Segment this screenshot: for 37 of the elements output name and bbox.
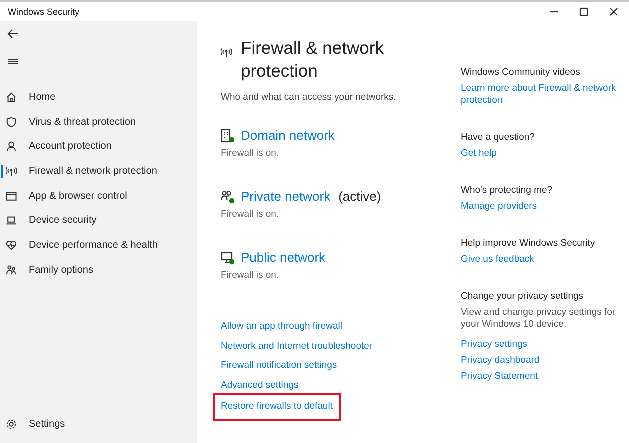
link[interactable]: Get help [461,148,497,160]
page-title: Firewall & network protection [241,37,385,83]
network-link[interactable]: Domain network [241,128,335,143]
section-heading: Change your privacy settings [461,291,584,302]
network-link[interactable]: Private network [241,189,331,204]
network-link[interactable]: Public network [241,250,326,265]
link[interactable]: Manage providers [461,201,538,213]
link[interactable]: Privacy dashboard [461,353,540,369]
link[interactable]: Firewall notification settings [221,356,338,376]
link[interactable]: Privacy settings [461,337,528,353]
page-subtitle: Who and what can access your networks. [221,92,398,103]
section-text: View and change privacy settings for your Windows 10 device. [461,307,617,331]
sidebar-item[interactable]: App & browser control [0,184,197,208]
link[interactable]: Give us feedback [461,254,534,266]
network-status: Firewall is on. [221,209,280,220]
sidebar-item[interactable]: Home [0,85,197,110]
section-heading: Help improve Windows Security [461,238,596,249]
section-heading: Windows Community videos [461,67,580,78]
section-heading: Have a question? [461,132,535,143]
link[interactable]: Allow an app through firewall [221,317,342,336]
sidebar-item[interactable]: Device performance & health [0,233,197,258]
network-status: Firewall is on. [221,270,280,281]
network-status: Firewall is on. [221,148,280,159]
sidebar-item[interactable]: Virus & threat protection [0,110,197,134]
settings-item[interactable]: Settings [0,412,197,437]
active-label: (active) [338,189,382,204]
link[interactable]: Learn more about Firewall & network protection [461,83,626,107]
sidebar-item[interactable]: Device security [0,208,197,234]
section-heading: Who's protecting me? [461,185,553,196]
sidebar-item[interactable]: Firewall & network protection [0,159,197,184]
link[interactable]: Restore firewalls to default [215,395,339,418]
link[interactable]: Advanced settings [221,376,299,395]
sidebar-item[interactable]: Family options [0,258,197,282]
window-title: Windows Security [8,6,80,16]
link[interactable]: Network and Internet troubleshooter [221,336,373,356]
sidebar-item[interactable]: Account protection [0,134,197,160]
link[interactable]: Privacy Statement [461,369,538,385]
